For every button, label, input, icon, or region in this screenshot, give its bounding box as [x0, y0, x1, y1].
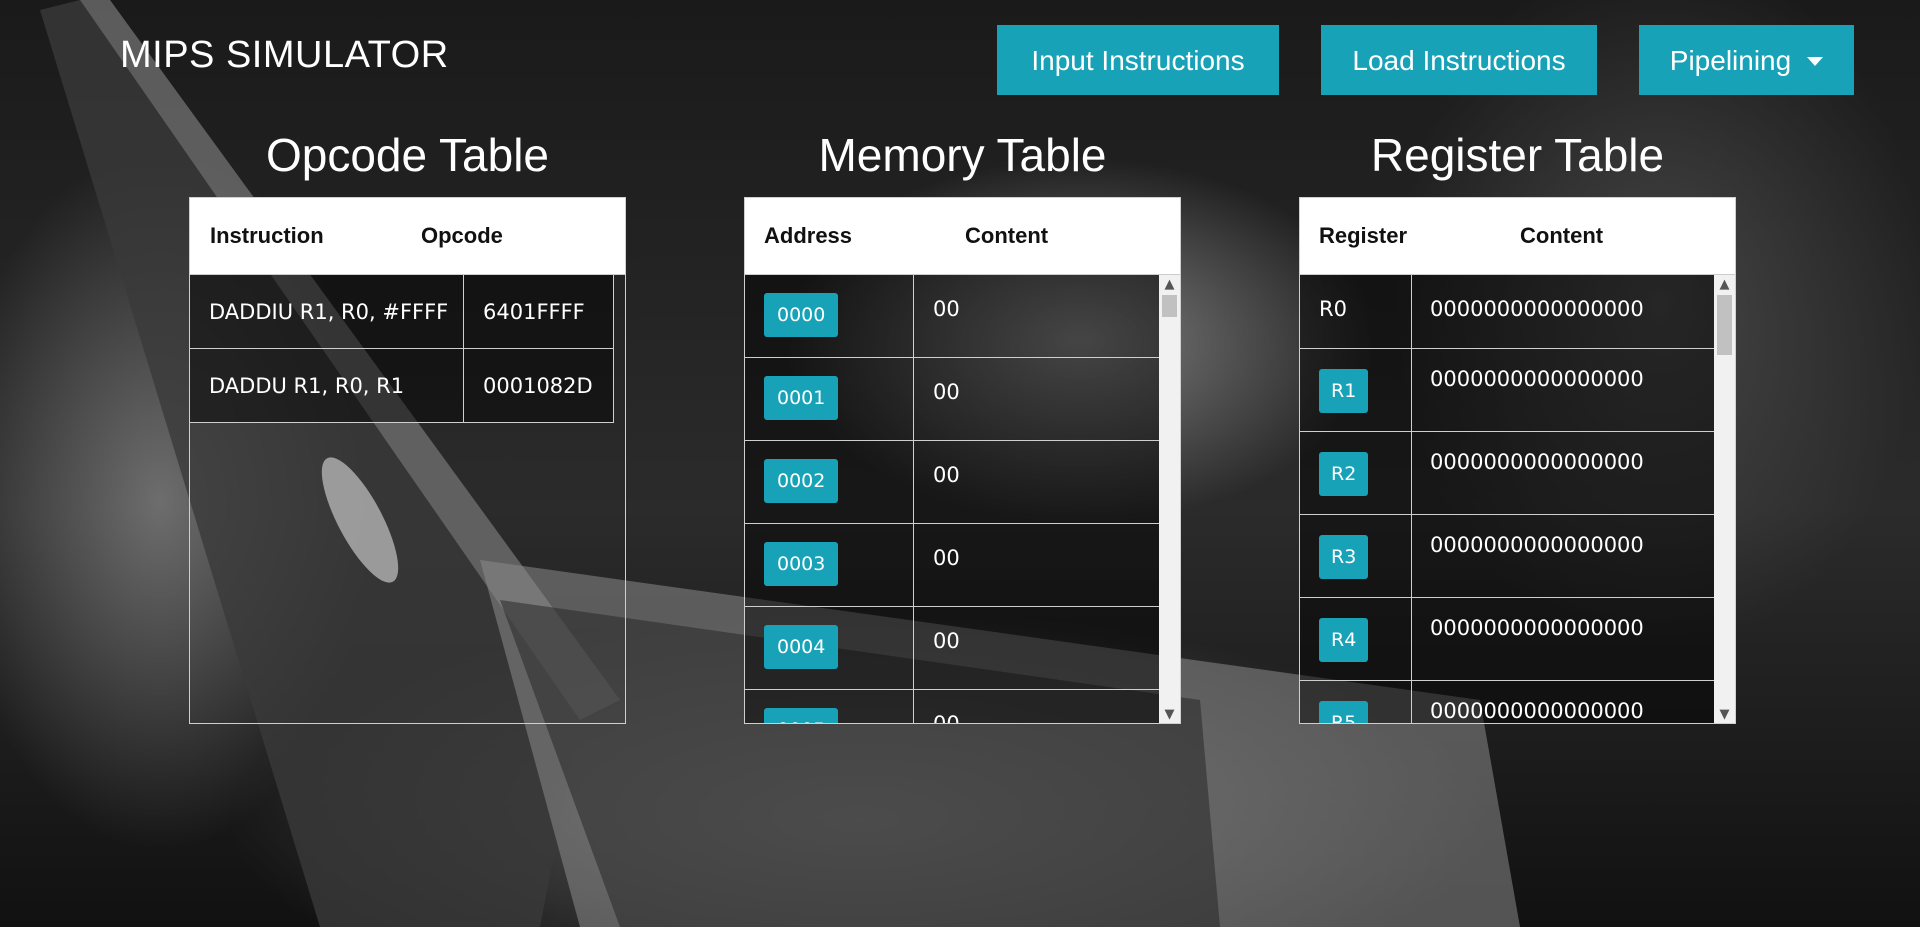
- header-register: Register: [1319, 223, 1408, 248]
- memory-table: Address Content 0000 00 0001 00 0002 00 …: [744, 197, 1181, 724]
- memory-content-cell: 00: [914, 441, 1160, 523]
- register-content-cell: 0000000000000000: [1412, 349, 1715, 431]
- table-row: R1 0000000000000000: [1300, 349, 1715, 432]
- header-address: Address: [764, 223, 853, 248]
- table-row: R3 0000000000000000: [1300, 515, 1715, 598]
- scroll-thumb[interactable]: [1162, 295, 1177, 317]
- header-instruction: Instruction: [210, 223, 324, 248]
- register-button[interactable]: R3: [1319, 535, 1369, 579]
- register-button[interactable]: R1: [1319, 369, 1369, 413]
- register-content-cell: 0000000000000000: [1412, 275, 1715, 348]
- address-button[interactable]: 0005: [764, 708, 839, 723]
- memory-content-cell: 00: [914, 607, 1160, 689]
- scroll-up-icon[interactable]: ▲: [1714, 275, 1735, 295]
- opcode-table: Instruction Opcode DADDIU R1, R0, #FFFF …: [189, 197, 626, 724]
- opcode-cell: 6401FFFF: [464, 275, 614, 348]
- register-scrollbar[interactable]: ▲ ▼: [1714, 275, 1735, 723]
- memory-content-cell: 00: [914, 524, 1160, 606]
- scroll-down-icon[interactable]: ▼: [1159, 705, 1180, 723]
- opcode-table-body: DADDIU R1, R0, #FFFF 6401FFFF DADDU R1, …: [190, 275, 625, 723]
- scroll-up-icon[interactable]: ▲: [1159, 275, 1180, 295]
- memory-content-cell: 00: [914, 690, 1160, 723]
- table-row: 0003 00: [745, 524, 1160, 607]
- table-row: R2 0000000000000000: [1300, 432, 1715, 515]
- header-content: Content: [965, 223, 1049, 248]
- pipelining-label: Pipelining: [1669, 45, 1792, 76]
- header-content: Content: [1520, 223, 1604, 248]
- register-button[interactable]: R4: [1319, 618, 1369, 662]
- register-content-cell: 0000000000000000: [1412, 681, 1715, 723]
- app-brand: MIPS SIMULATOR: [120, 34, 449, 76]
- register-button[interactable]: R2: [1319, 452, 1369, 496]
- address-button[interactable]: 0002: [764, 459, 839, 503]
- table-row: 0002 00: [745, 441, 1160, 524]
- table-row[interactable]: DADDU R1, R0, R1 0001082D: [190, 349, 614, 423]
- scroll-thumb[interactable]: [1717, 295, 1732, 355]
- table-row[interactable]: DADDIU R1, R0, #FFFF 6401FFFF: [190, 275, 614, 349]
- register-content-cell: 0000000000000000: [1412, 598, 1715, 680]
- memory-table-title: Memory Table: [818, 129, 1107, 181]
- memory-table-body: 0000 00 0001 00 0002 00 0003 00 0004 00 …: [745, 275, 1180, 723]
- scroll-down-icon[interactable]: ▼: [1714, 705, 1735, 723]
- memory-scrollbar[interactable]: ▲ ▼: [1159, 275, 1180, 723]
- input-instructions-button[interactable]: Input Instructions: [997, 25, 1279, 95]
- opcode-table-header: Instruction Opcode: [190, 198, 625, 275]
- chevron-down-icon: [1807, 57, 1824, 66]
- instruction-cell: DADDU R1, R0, R1: [190, 349, 464, 422]
- register-button[interactable]: R5: [1319, 701, 1369, 723]
- pipelining-dropdown-button[interactable]: Pipelining: [1639, 25, 1854, 95]
- register-table-body: R0 0000000000000000 R1 0000000000000000 …: [1300, 275, 1735, 723]
- register-content-cell: 0000000000000000: [1412, 515, 1715, 597]
- memory-content-cell: 00: [914, 275, 1160, 357]
- load-instructions-button[interactable]: Load Instructions: [1321, 25, 1597, 95]
- table-row: 0005 00: [745, 690, 1160, 723]
- address-button[interactable]: 0004: [764, 625, 839, 669]
- table-row: R4 0000000000000000: [1300, 598, 1715, 681]
- opcode-table-title: Opcode Table: [265, 129, 550, 181]
- table-row: R0 0000000000000000: [1300, 275, 1715, 349]
- table-row: 0000 00: [745, 275, 1160, 358]
- register-table-title: Register Table: [1370, 129, 1665, 181]
- register-table-header: Register Content: [1300, 198, 1735, 275]
- header-opcode: Opcode: [421, 223, 503, 248]
- memory-table-header: Address Content: [745, 198, 1180, 275]
- table-row: 0001 00: [745, 358, 1160, 441]
- address-button[interactable]: 0001: [764, 376, 839, 420]
- register-table: Register Content R0 0000000000000000 R1 …: [1299, 197, 1736, 724]
- memory-content-cell: 00: [914, 358, 1160, 440]
- table-row: R5 0000000000000000: [1300, 681, 1715, 723]
- register-content-cell: 0000000000000000: [1412, 432, 1715, 514]
- address-button[interactable]: 0000: [764, 293, 839, 337]
- instruction-cell: DADDIU R1, R0, #FFFF: [190, 275, 464, 348]
- address-button[interactable]: 0003: [764, 542, 839, 586]
- opcode-cell: 0001082D: [464, 349, 614, 422]
- table-row: 0004 00: [745, 607, 1160, 690]
- register-name: R0: [1300, 275, 1412, 348]
